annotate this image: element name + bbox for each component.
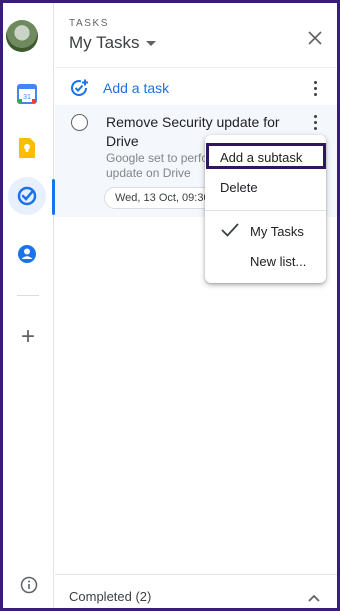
list-title: My Tasks [69,33,140,52]
add-icon[interactable]: + [17,325,39,349]
list-selector[interactable]: My Tasks [69,33,156,53]
menu-divider [205,210,326,211]
menu-item-add-subtask[interactable]: Add a subtask [205,143,326,171]
add-task-label: Add a task [103,80,170,96]
completed-section-toggle[interactable]: Completed (2) [55,574,337,608]
tasks-panel: 31 + TASKS My Tasks Add a task Remove Se… [3,3,337,608]
task-complete-checkbox[interactable] [71,114,88,131]
keep-icon[interactable] [16,137,38,159]
calendar-icon[interactable]: 31 [16,83,38,105]
avatar[interactable] [6,20,38,52]
add-task-icon [69,78,89,98]
add-task-button[interactable]: Add a task [69,77,169,99]
rail-divider [17,295,39,296]
panel-eyebrow: TASKS [69,18,110,29]
header-divider [55,67,337,68]
svg-text:31: 31 [23,94,31,101]
task-options-menu: Add a subtask Delete My Tasks New list..… [205,135,326,283]
chevron-up-icon[interactable] [308,589,320,602]
info-icon[interactable] [20,576,38,594]
more-options-icon[interactable] [314,81,318,97]
menu-item-my-tasks[interactable]: My Tasks [205,217,326,245]
menu-item-delete[interactable]: Delete [205,173,326,201]
contacts-icon[interactable] [16,243,38,265]
tasks-main: TASKS My Tasks Add a task Remove Securit… [55,3,337,608]
tasks-icon[interactable] [16,185,38,207]
side-rail: 31 + [3,3,55,608]
menu-item-new-list[interactable]: New list... [205,247,326,275]
close-icon[interactable] [307,30,323,46]
completed-label: Completed (2) [69,589,152,604]
caret-down-icon [145,40,156,46]
task-more-options-icon[interactable] [314,115,318,131]
